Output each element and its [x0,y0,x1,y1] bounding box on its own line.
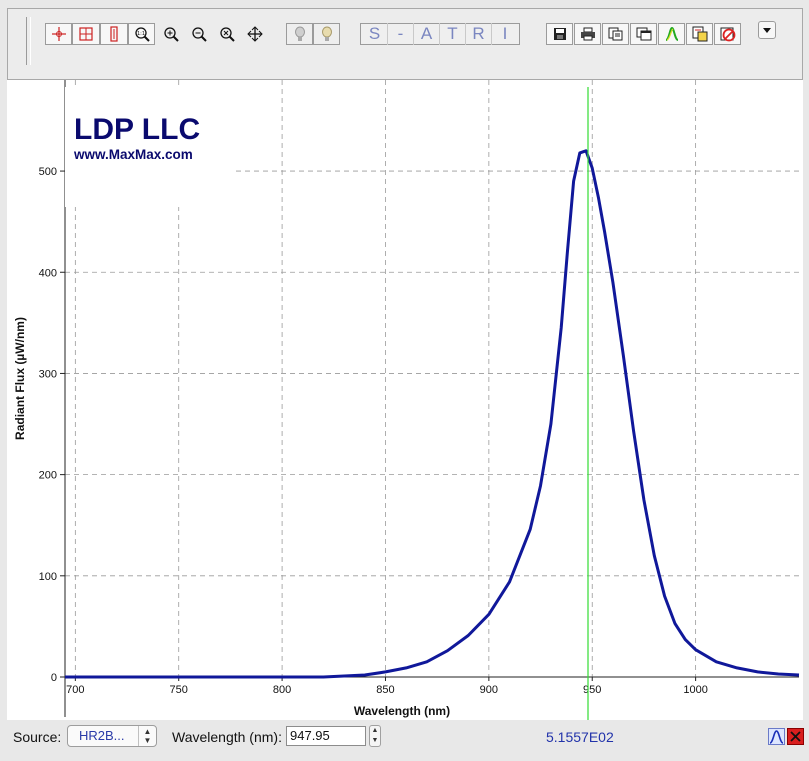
spectrum-color-button[interactable] [658,23,685,45]
source-label: Source: [13,729,62,745]
zoom-vertical-button[interactable] [100,23,128,45]
wavelength-stepper[interactable]: ▲ ▼ [369,725,381,747]
peak-view-button[interactable] [768,728,785,745]
zoom-box-button[interactable] [72,23,100,45]
zoom-out-icon [192,27,207,42]
x-tick-label-700: 700 [66,684,84,696]
peak-icon [769,730,784,744]
toolbar: 1:1 S - A T R I [7,8,803,80]
export-icon [692,26,707,42]
copy-window-icon [636,27,651,41]
zoom-fit-button[interactable]: 1:1 [128,23,155,45]
mode-a-button[interactable]: A [414,23,440,45]
pan-icon [247,26,263,42]
print-icon [580,27,595,41]
export-button[interactable] [686,23,713,45]
mode-r-button[interactable]: R [466,23,492,45]
pan-button[interactable] [244,23,266,45]
zoom-box-icon [79,27,93,41]
copy-button[interactable] [602,23,629,45]
status-bar: Source: HR2B... ▲ ▼ Wavelength (nm): 947.… [0,721,809,761]
source-value: HR2B... [79,728,125,743]
x-tick-label-900: 900 [480,684,498,696]
wavelength-label: Wavelength (nm): [172,729,282,745]
x-tick-label-850: 850 [376,684,394,696]
flux-readout: 5.1557E02 [546,729,614,745]
x-tick-label-800: 800 [273,684,291,696]
lamp-on-button[interactable] [313,23,340,45]
x-tick-label-950: 950 [583,684,601,696]
updown-chevron-icon: ▲ ▼ [138,726,156,746]
zoom-in-button[interactable] [160,23,182,45]
close-button[interactable] [787,728,804,745]
mode-i-button[interactable]: I [492,23,518,45]
mode-s-button[interactable]: S [362,23,388,45]
mode-dash-button[interactable]: - [388,23,414,45]
lamp-on-icon [321,26,332,41]
zoom-fit-icon: 1:1 [134,27,150,42]
print-button[interactable] [574,23,601,45]
lamp-off-button[interactable] [286,23,313,45]
spectrum-chart[interactable]: 700 750 800 850 900 950 1000 0 100 200 300 400 500 L… [7,80,803,720]
chevron-down-icon [763,28,771,33]
svg-text:1:1: 1:1 [136,31,144,37]
wavelength-input[interactable]: 947.95 [286,726,366,746]
measurement-mode-group: S - A T R I [360,23,520,45]
lamp-off-icon [294,26,305,41]
spectrum-plot-panel: 700 750 800 850 900 950 1000 0 100 200 300 400 500 L… [7,80,803,720]
x-axis-label: Wavelength (nm) [354,704,450,718]
x-tick-label-750: 750 [170,684,188,696]
y-tick-label-300: 300 [39,368,57,380]
select-cursor-button[interactable] [45,23,72,45]
toolbar-menu-button[interactable] [758,21,776,39]
save-button[interactable] [546,23,573,45]
toolbar-grip[interactable] [26,17,31,65]
source-select[interactable]: HR2B... ▲ ▼ [67,725,157,747]
logo-url: www.MaxMax.com [73,147,193,162]
y-tick-label-500: 500 [39,166,57,178]
zoom-in-icon [164,27,179,42]
y-tick-label-200: 200 [39,470,57,482]
y-tick-label-0: 0 [51,672,57,684]
delete-button[interactable] [714,23,741,45]
copy-window-button[interactable] [630,23,657,45]
zoom-out-button[interactable] [188,23,210,45]
zoom-vertical-icon [110,26,118,42]
spectrum-color-icon [665,26,678,41]
save-icon [553,28,566,40]
delete-icon [720,27,735,42]
mode-t-button[interactable]: T [440,23,466,45]
y-tick-label-400: 400 [39,267,57,279]
copy-icon [608,27,622,41]
select-cursor-icon [51,27,66,41]
zoom-reset-icon [220,27,235,42]
y-axis-label: Radiant Flux (µW/nm) [13,317,27,440]
logo-title: LDP LLC [74,113,200,146]
x-tick-label-1000: 1000 [683,684,707,696]
close-icon [790,731,801,742]
y-tick-label-100: 100 [39,571,57,583]
spectrum-curve [65,149,800,679]
zoom-reset-button[interactable] [216,23,238,45]
